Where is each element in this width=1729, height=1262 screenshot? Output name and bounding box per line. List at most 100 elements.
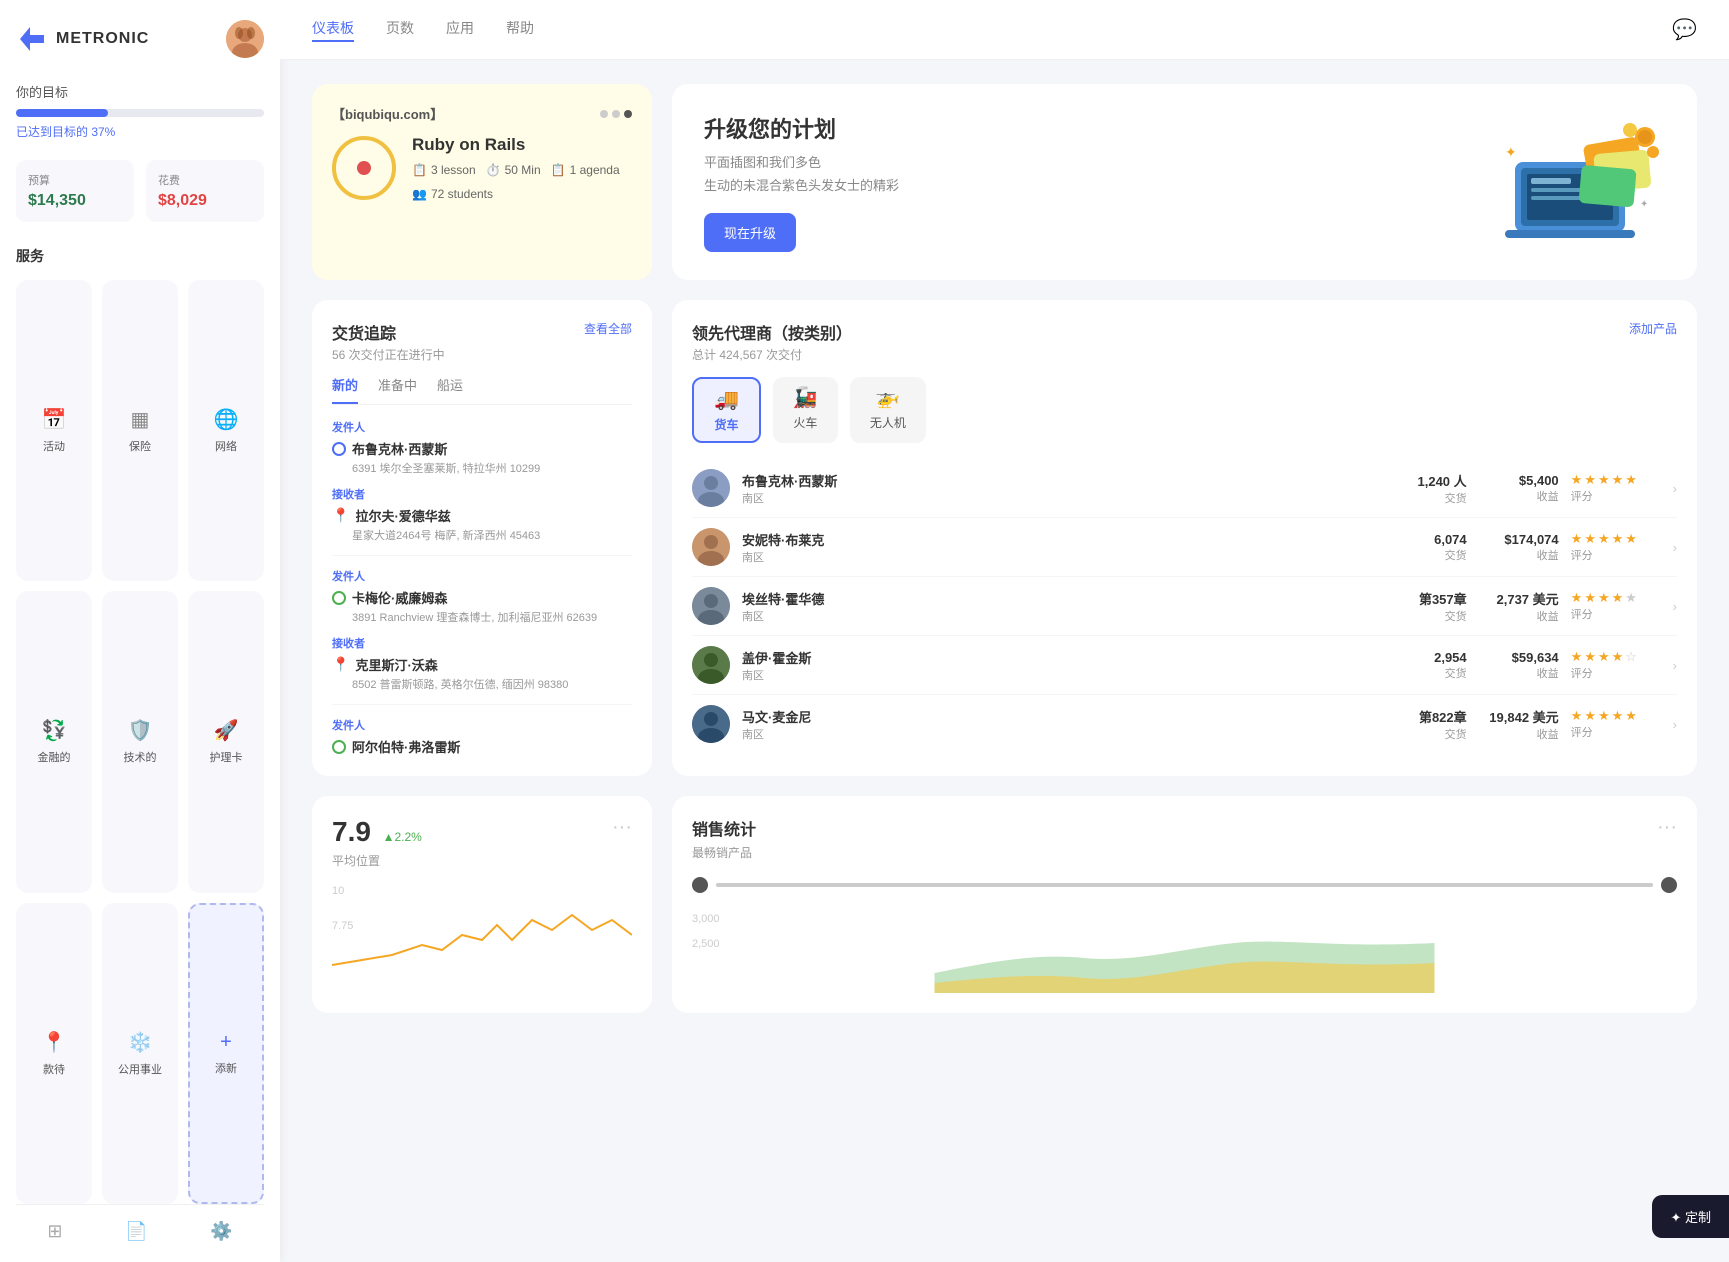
slider-thumb-left[interactable]: [692, 877, 708, 893]
agent-arrow-1[interactable]: ›: [1673, 481, 1677, 496]
agent-name-4: 盖伊·霍金斯: [742, 648, 1385, 667]
agent-region-5: 南区: [742, 726, 1385, 742]
category-tabs: 🚚 货车 🚂 火车 🚁 无人机: [692, 377, 1677, 443]
goal-section: 你的目标 已达到目标的 37%: [16, 82, 264, 140]
care-label: 护理卡: [210, 749, 243, 765]
service-activity[interactable]: 📅 活动: [16, 280, 92, 581]
reception-label: 款待: [43, 1061, 65, 1077]
sender-label-2: 发件人: [332, 568, 632, 584]
dot-1: [600, 110, 608, 118]
svg-text:✦: ✦: [1505, 144, 1517, 160]
agenda-icon: 📋: [551, 163, 566, 177]
cat-train[interactable]: 🚂 火车: [773, 377, 838, 443]
avg-label: 平均位置: [332, 852, 632, 869]
avg-dots[interactable]: ···: [612, 816, 632, 839]
agent-avatar-3: [692, 587, 730, 625]
agent-region-2: 南区: [742, 549, 1385, 565]
agent-revenue-5: 19,842 美元 收益: [1479, 707, 1559, 742]
agent-avatar-2: [692, 528, 730, 566]
service-public[interactable]: ❄️ 公用事业: [102, 903, 178, 1204]
sales-title: 销售统计: [692, 816, 756, 840]
service-add[interactable]: + 添新: [188, 903, 264, 1204]
file-icon[interactable]: 📄: [125, 1221, 147, 1242]
tab-shipping[interactable]: 船运: [437, 375, 463, 404]
budget-label: 预算: [28, 172, 122, 188]
sender-icon-3: [332, 740, 346, 754]
user-avatar[interactable]: [226, 20, 264, 58]
spent-box: 花费 $8,029: [146, 160, 264, 222]
nav-dashboard[interactable]: 仪表板: [312, 18, 354, 42]
agent-arrow-5[interactable]: ›: [1673, 717, 1677, 732]
service-care[interactable]: 🚀 护理卡: [188, 591, 264, 892]
slider-thumb-right[interactable]: [1661, 877, 1677, 893]
agent-rating-3: ★★★★★ 评分: [1571, 590, 1661, 622]
dot-2: [612, 110, 620, 118]
service-tech[interactable]: 🛡️ 技术的: [102, 591, 178, 892]
agent-arrow-3[interactable]: ›: [1673, 599, 1677, 614]
agent-revenue-4: $59,634 收益: [1479, 650, 1559, 681]
avg-value: 7.9: [332, 816, 371, 847]
row-3: 7.9 ▲2.2% ··· 平均位置 10 7.75: [312, 796, 1697, 1013]
nav-right: 💬: [1672, 17, 1697, 42]
receiver-name-2: 📍 克里斯汀·沃森: [332, 655, 632, 674]
delivery-subtitle: 56 次交付正在进行中: [332, 346, 632, 363]
chat-icon[interactable]: 💬: [1672, 17, 1697, 42]
spent-label: 花费: [158, 172, 252, 188]
sender-label-1: 发件人: [332, 419, 632, 435]
sales-dots[interactable]: ···: [1657, 816, 1677, 839]
tab-new[interactable]: 新的: [332, 375, 358, 404]
upgrade-button[interactable]: 现在升级: [704, 213, 796, 252]
delivery-title: 交货追踪: [332, 320, 396, 344]
settings-icon[interactable]: ⚙️: [210, 1221, 232, 1242]
receiver-pin-1: 📍: [332, 507, 349, 524]
drone-icon: 🚁: [875, 385, 900, 410]
truck-label: 货车: [714, 416, 738, 433]
agent-arrow-4[interactable]: ›: [1673, 658, 1677, 673]
sidebar-footer: ⊞ 📄 ⚙️: [16, 1204, 264, 1242]
course-dots: [600, 110, 632, 118]
nav-pages[interactable]: 页数: [386, 18, 414, 42]
agent-rating-4: ★★★★☆ 评分: [1571, 649, 1661, 681]
agent-name-3: 埃丝特·霍华德: [742, 589, 1385, 608]
dot-3-active: [624, 110, 632, 118]
sender-label-3: 发件人: [332, 717, 632, 733]
main-content: 仪表板 页数 应用 帮助 💬 【biqubiqu.com】: [280, 0, 1729, 1262]
sender-icon-2: [332, 591, 346, 605]
tab-preparing[interactable]: 准备中: [378, 375, 417, 404]
service-network[interactable]: 🌐 网络: [188, 280, 264, 581]
agent-rating-2: ★★★★★ 评分: [1571, 531, 1661, 563]
add-product-button[interactable]: 添加产品: [1629, 320, 1677, 337]
view-all-button[interactable]: 查看全部: [584, 320, 632, 337]
delivery-tabs: 新的 准备中 船运: [332, 375, 632, 405]
cat-drone[interactable]: 🚁 无人机: [850, 377, 926, 443]
agents-card: 领先代理商（按类别） 添加产品 总计 424,567 次交付 🚚 货车 🚂 火车: [672, 300, 1697, 776]
agent-revenue-2: $174,074 收益: [1479, 532, 1559, 563]
add-service-icon: +: [220, 1031, 232, 1054]
public-icon: ❄️: [128, 1030, 153, 1055]
insurance-icon: ▦: [131, 407, 150, 432]
nav-apps[interactable]: 应用: [446, 18, 474, 42]
insurance-label: 保险: [129, 438, 151, 454]
agent-arrow-2[interactable]: ›: [1673, 540, 1677, 555]
course-students: 👥 72 students: [412, 187, 493, 201]
drone-label: 无人机: [870, 414, 906, 431]
agent-revenue-1: $5,400 收益: [1479, 473, 1559, 504]
service-reception[interactable]: 📍 款待: [16, 903, 92, 1204]
service-finance[interactable]: 💱 金融的: [16, 591, 92, 892]
content-grid: 【biqubiqu.com】 Ruby on Rails: [280, 60, 1729, 1262]
agent-rating-1: ★★★★★ 评分: [1571, 472, 1661, 504]
course-agenda: 📋 1 agenda: [551, 163, 620, 177]
receiver-label-2: 接收者: [332, 635, 632, 651]
agent-avatar-4: [692, 646, 730, 684]
delivery-list: 发件人 布鲁克林·西蒙斯 6391 埃尔全圣塞莱斯, 特拉华州 10299 接收…: [332, 419, 632, 756]
cat-truck[interactable]: 🚚 货车: [692, 377, 761, 443]
agent-info-5: 马文·麦金尼 南区: [742, 707, 1385, 742]
goal-percent: 已达到目标的 37%: [16, 123, 264, 140]
finance-label: 金融的: [38, 749, 71, 765]
slider-fill: [716, 883, 1653, 887]
layers-icon[interactable]: ⊞: [47, 1221, 62, 1242]
customize-button[interactable]: ✦ 定制: [1652, 1195, 1729, 1238]
nav-help[interactable]: 帮助: [506, 18, 534, 42]
lessons-icon: 📋: [412, 163, 427, 177]
service-insurance[interactable]: ▦ 保险: [102, 280, 178, 581]
